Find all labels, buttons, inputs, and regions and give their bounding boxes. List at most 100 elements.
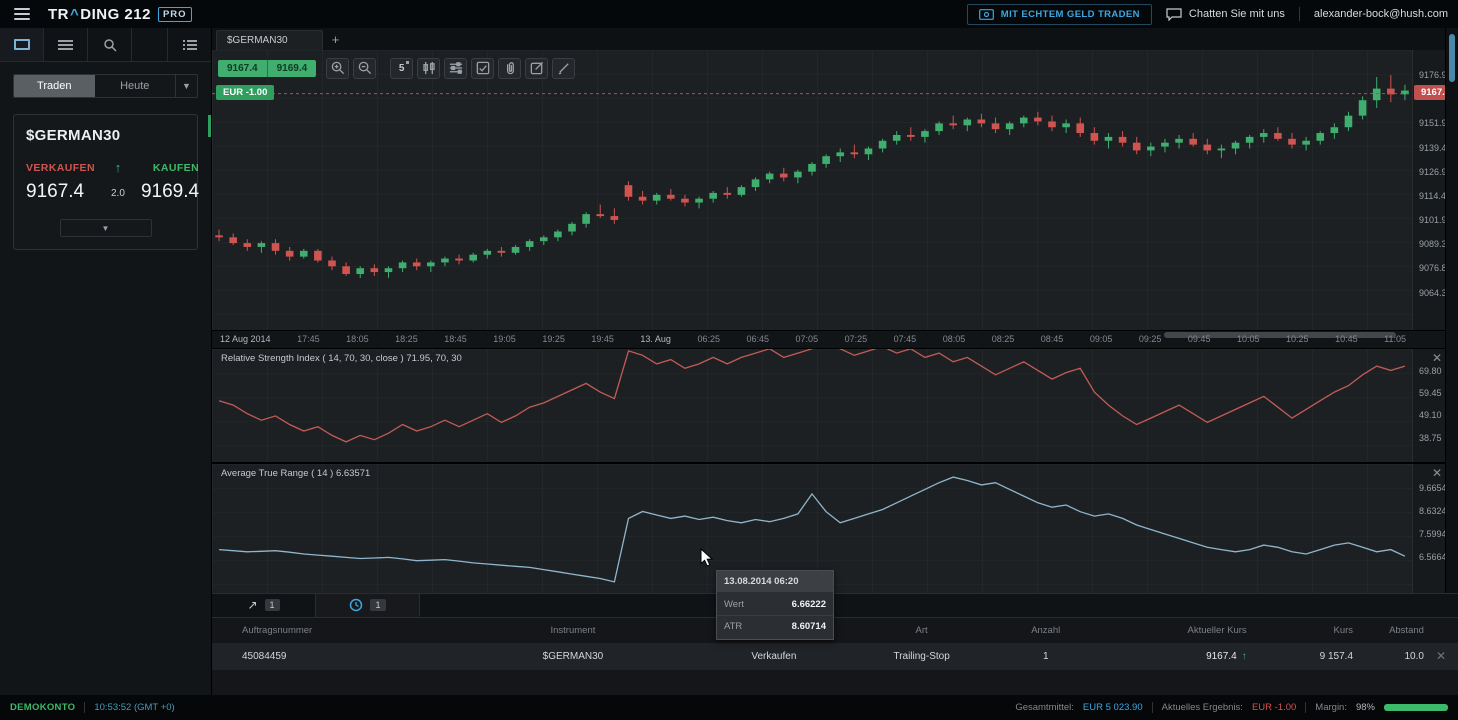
menu-icon[interactable] (14, 8, 30, 20)
list-view-button[interactable] (44, 28, 88, 61)
trend-up-icon: ↑ (95, 160, 141, 175)
axis-tick: 49.10 (1419, 410, 1442, 420)
real-money-label: MIT ECHTEM GELD TRADEN (1001, 9, 1140, 20)
pencil-icon (556, 60, 572, 76)
orders-panel: ↗ 1 1 Auftragsnummer Instrument Richtung… (212, 593, 1458, 695)
axis-tick: 9139.4 (1419, 143, 1447, 153)
annotate-button[interactable] (525, 58, 548, 79)
zoom-out-icon (357, 60, 373, 76)
account-type: DEMOKONTO (10, 702, 75, 713)
sidebar: Traden Heute ▼ $GERMAN30 VERKAUFEN ↑ KAU… (0, 28, 212, 695)
search-icon (103, 38, 117, 52)
time-label: 07:25 (845, 334, 868, 344)
time-label: 06:25 (697, 334, 720, 344)
result-value: EUR -1.00 (1252, 702, 1296, 713)
rsi-panel: Relative Strength Index ( 14, 70, 30, cl… (212, 348, 1458, 462)
axis-tick: 9076.8 (1419, 263, 1447, 273)
atr-panel: Average True Range ( 14 ) 6.63571 9.6654… (212, 462, 1458, 593)
chart-type-button[interactable] (417, 58, 440, 79)
attach-button[interactable] (498, 58, 521, 79)
axis-tick: 69.80 (1419, 366, 1442, 376)
quote-badge: 9167.49169.4 (218, 60, 316, 77)
logo-text: TR (48, 6, 69, 23)
chat-bubble-icon (1166, 8, 1182, 21)
edit-note-icon (529, 60, 545, 76)
axis-tick: 9064.3 (1419, 288, 1447, 298)
chart-tab[interactable]: $GERMAN30 (216, 30, 323, 50)
panel-view-icon (14, 39, 30, 50)
app-logo: TR^DING 212 PRO (48, 6, 192, 23)
rsi-title: Relative Strength Index ( 14, 70, 30, cl… (218, 352, 465, 365)
vertical-scrollbar-thumb[interactable] (1449, 34, 1455, 82)
real-money-button[interactable]: MIT ECHTEM GELD TRADEN (967, 4, 1152, 25)
position-badge[interactable]: EUR -1.00 (216, 85, 274, 100)
clock-time: 10:53:52 (GMT +0) (94, 702, 174, 713)
time-label: 18:45 (444, 334, 467, 344)
positions-count-badge: 1 (265, 599, 280, 611)
order-id: 45084459 (242, 651, 443, 662)
atr-title: Average True Range ( 14 ) 6.63571 (218, 467, 373, 480)
time-label: 17:45 (297, 334, 320, 344)
templates-button[interactable] (471, 58, 494, 79)
order-current-price: 9167.4 (1206, 651, 1237, 662)
interval-unit-icon (406, 61, 409, 64)
top-bar: TR^DING 212 PRO MIT ECHTEM GELD TRADEN C… (0, 0, 1458, 28)
chart-toolbar: 9167.49169.4 5 (218, 58, 575, 79)
col-instrument: Instrument (443, 625, 703, 636)
time-label: 06:45 (747, 334, 770, 344)
search-button[interactable] (88, 28, 132, 61)
vertical-scrollbar[interactable] (1445, 28, 1458, 593)
account-email[interactable]: alexander-bock@hush.com (1314, 8, 1448, 20)
tab-heute[interactable]: Heute (95, 75, 176, 97)
tooltip-wert-label: Wert (724, 599, 744, 610)
mode-dropdown-caret[interactable]: ▼ (175, 75, 197, 97)
draw-button[interactable] (552, 58, 575, 79)
sell-label: VERKAUFEN (26, 162, 95, 174)
indicators-icon (448, 60, 464, 76)
bid-value: 9167.4 (218, 60, 267, 77)
chart-tab-bar: $GERMAN30 + (212, 28, 1458, 50)
rsi-close-icon[interactable]: ✕ (1432, 351, 1442, 365)
time-axis-labels: 12 Aug 201417:4518:0518:2518:4519:0519:2… (220, 331, 1406, 348)
axis-tick: 9114.4 (1419, 191, 1446, 201)
interval-button[interactable]: 5 (390, 58, 413, 79)
panel-view-button[interactable] (0, 28, 44, 61)
tooltip-date: 13.08.2014 06:20 (717, 571, 833, 592)
template-check-icon (475, 60, 491, 76)
time-label: 08:25 (992, 334, 1015, 344)
list-view-icon (58, 40, 73, 50)
axis-tick: 9176.9 (1419, 70, 1447, 80)
atr-close-icon[interactable]: ✕ (1432, 466, 1442, 480)
time-label: 13. Aug (640, 334, 671, 344)
zoom-in-button[interactable] (326, 58, 349, 79)
chat-link[interactable]: Chatten Sie mit uns (1166, 8, 1285, 21)
time-label: 12 Aug 2014 (220, 334, 271, 344)
active-instrument-marker (208, 115, 211, 137)
sidebar-settings-button[interactable] (167, 28, 211, 61)
instrument-expand-button[interactable]: ▼ (60, 219, 152, 237)
indicators-button[interactable] (444, 58, 467, 79)
add-chart-tab-button[interactable]: + (323, 30, 349, 50)
axis-tick: 9126.9 (1419, 167, 1447, 177)
order-row[interactable]: 45084459 $GERMAN30 Verkaufen Trailing-St… (212, 643, 1458, 670)
candlestick-svg (212, 50, 1412, 330)
tab-positions[interactable]: ↗ 1 (212, 594, 316, 617)
tab-traden[interactable]: Traden (14, 75, 95, 97)
rsi-plot[interactable]: Relative Strength Index ( 14, 70, 30, cl… (212, 349, 1412, 462)
time-label: 19:25 (542, 334, 565, 344)
clock-icon (349, 598, 363, 612)
spread-value: 2.0 (95, 188, 141, 199)
cancel-order-icon[interactable]: ✕ (1436, 649, 1446, 663)
candlestick-icon (421, 60, 437, 76)
tooltip-atr-value: 8.60714 (792, 621, 826, 632)
buy-price-button[interactable]: 9169.4 (141, 181, 199, 203)
ask-value: 9169.4 (267, 60, 317, 77)
price-plot[interactable]: 9167.49169.4 5 EUR -1.00 (212, 50, 1412, 330)
logo-caret: ^ (70, 6, 79, 23)
tab-pending-orders[interactable]: 1 (316, 594, 420, 617)
zoom-out-button[interactable] (353, 58, 376, 79)
time-label: 10:45 (1335, 334, 1358, 344)
axis-tick: 38.75 (1419, 433, 1442, 443)
order-quantity: 1 (998, 651, 1093, 662)
sell-price-button[interactable]: 9167.4 (26, 181, 95, 203)
